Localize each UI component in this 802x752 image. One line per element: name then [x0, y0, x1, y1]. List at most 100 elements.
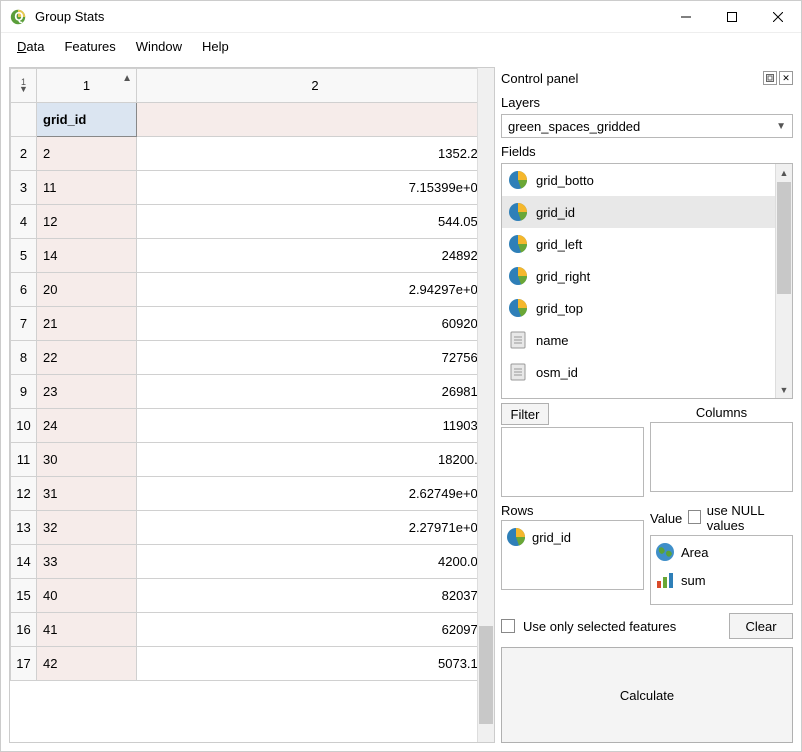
filter-button[interactable]: Filter — [501, 403, 549, 425]
row-number: 8 — [11, 341, 37, 375]
table-row[interactable]: 721609206 — [11, 307, 494, 341]
table-row[interactable]: 923269815 — [11, 375, 494, 409]
table-row[interactable]: 6202.94297e+06 — [11, 273, 494, 307]
field-label: name — [536, 333, 569, 348]
results-table[interactable]: 1▼ 1▲ 2 grid_id 221352.273117.15399e+0 — [10, 68, 494, 681]
pie-icon — [508, 266, 528, 286]
pie-icon — [508, 202, 528, 222]
cell-grid-id: 12 — [37, 205, 137, 239]
row-number: 6 — [11, 273, 37, 307]
panel-close-button[interactable]: ✕ — [779, 71, 793, 85]
rows-chip-grid-id[interactable]: grid_id — [506, 525, 639, 549]
pie-icon — [508, 170, 528, 190]
row-number: 17 — [11, 647, 37, 681]
filter-box[interactable] — [501, 427, 644, 497]
cell-value: 269815 — [137, 375, 494, 409]
field-label: osm_id — [536, 365, 578, 380]
table-row[interactable]: 13322.27971e+06 — [11, 511, 494, 545]
field-label: grid_right — [536, 269, 590, 284]
cell-value: 544.051 — [137, 205, 494, 239]
row-number: 14 — [11, 545, 37, 579]
null-checkbox[interactable] — [688, 510, 701, 524]
cell-value: 2.27971e+06 — [137, 511, 494, 545]
rows-box[interactable]: grid_id — [501, 520, 644, 590]
table-row[interactable]: 1024119031 — [11, 409, 494, 443]
table-vscrollbar[interactable] — [477, 68, 494, 742]
cell-grid-id: 41 — [37, 613, 137, 647]
table-row[interactable]: 514248921 — [11, 239, 494, 273]
value-chip-area[interactable]: Area — [655, 540, 788, 564]
field-item-grid_left[interactable]: grid_left — [502, 228, 775, 260]
maximize-button[interactable] — [709, 2, 755, 32]
cell-value: 5073.19 — [137, 647, 494, 681]
value-label: Value — [650, 511, 682, 526]
pie-icon — [506, 527, 526, 547]
cell-grid-id: 21 — [37, 307, 137, 341]
cell-grid-id: 33 — [37, 545, 137, 579]
panel-title: Control panel — [501, 71, 578, 86]
rows-label: Rows — [501, 503, 644, 518]
cell-grid-id: 42 — [37, 647, 137, 681]
fields-vscrollbar[interactable]: ▲▼ — [775, 164, 792, 398]
table-row[interactable]: 14334200.01 — [11, 545, 494, 579]
table-row[interactable]: 412544.051 — [11, 205, 494, 239]
table-row[interactable]: 3117.15399e+06 — [11, 171, 494, 205]
app-icon: Q — [9, 8, 27, 26]
cell-value: 2.94297e+06 — [137, 273, 494, 307]
value-box[interactable]: Area sum — [650, 535, 793, 605]
field-item-grid_right[interactable]: grid_right — [502, 260, 775, 292]
selected-features-checkbox[interactable] — [501, 619, 515, 633]
field-item-grid_top[interactable]: grid_top — [502, 292, 775, 324]
pie-icon — [508, 234, 528, 254]
field-item-osm_id[interactable]: osm_id — [502, 356, 775, 388]
table-row[interactable]: grid_id — [11, 103, 494, 137]
cell-value: 820378 — [137, 579, 494, 613]
cell-grid-id: 22 — [37, 341, 137, 375]
cell-value: 18200.4 — [137, 443, 494, 477]
bar-chart-icon — [655, 570, 675, 590]
table-row[interactable]: 221352.27 — [11, 137, 494, 171]
column-header-2[interactable]: 2 — [137, 69, 494, 103]
table-row[interactable]: 113018200.4 — [11, 443, 494, 477]
table-row[interactable]: 12312.62749e+06 — [11, 477, 494, 511]
menu-help[interactable]: Help — [194, 36, 237, 57]
cell-grid-id: 11 — [37, 171, 137, 205]
cell-grid-id: 31 — [37, 477, 137, 511]
field-item-name[interactable]: name — [502, 324, 775, 356]
cell-value: 2.62749e+06 — [137, 477, 494, 511]
menu-data[interactable]: Data — [9, 36, 52, 57]
cell-grid-id: 32 — [37, 511, 137, 545]
cell-grid-id: 30 — [37, 443, 137, 477]
table-row[interactable]: 822727561 — [11, 341, 494, 375]
field-item-grid_botto[interactable]: grid_botto — [502, 164, 775, 196]
panel-detach-button[interactable] — [763, 71, 777, 85]
columns-box[interactable] — [650, 422, 793, 492]
column-header-1[interactable]: 1▲ — [37, 69, 137, 103]
calculate-button[interactable]: Calculate — [501, 647, 793, 743]
row-number: 3 — [11, 171, 37, 205]
cell-grid-id: 24 — [37, 409, 137, 443]
layers-combo[interactable]: green_spaces_gridded▼ — [501, 114, 793, 138]
row-number: 16 — [11, 613, 37, 647]
fields-list[interactable]: grid_bottogrid_idgrid_left grid_rightgrid… — [501, 163, 793, 399]
field-item-grid_id[interactable]: grid_id — [502, 196, 775, 228]
menu-window[interactable]: Window — [128, 36, 190, 57]
globe-icon — [655, 542, 675, 562]
row-number: 5 — [11, 239, 37, 273]
table-row[interactable]: 1540820378 — [11, 579, 494, 613]
table-row[interactable]: 1641620977 — [11, 613, 494, 647]
close-button[interactable] — [755, 2, 801, 32]
minimize-button[interactable] — [663, 2, 709, 32]
table-row[interactable]: 17425073.19 — [11, 647, 494, 681]
field-label: grid_top — [536, 301, 583, 316]
row-number: 11 — [11, 443, 37, 477]
cell-value: 7.15399e+06 — [137, 171, 494, 205]
clear-button[interactable]: Clear — [729, 613, 793, 639]
row-header-sort[interactable]: 1▼ — [11, 69, 37, 103]
cell-value: 119031 — [137, 409, 494, 443]
chevron-down-icon: ▼ — [776, 121, 786, 132]
menu-features[interactable]: Features — [56, 36, 123, 57]
row-number: 15 — [11, 579, 37, 613]
value-chip-sum[interactable]: sum — [655, 568, 788, 592]
svg-text:Q: Q — [14, 10, 23, 23]
